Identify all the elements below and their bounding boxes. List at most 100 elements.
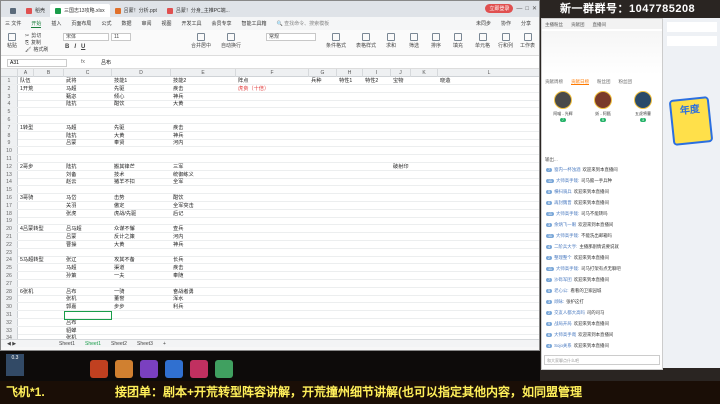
cell-c[interactable]: 技能1 <box>113 77 127 85</box>
chat-username[interactable]: 大师高手哉: <box>556 211 579 217</box>
cell-b[interactable]: 陆抗 <box>65 163 76 171</box>
cell-c[interactable]: 技术 <box>113 171 124 179</box>
chat-input[interactable]: 和大家聊点什么吧 <box>544 355 660 365</box>
cell-c[interactable]: 一夫 <box>113 272 124 280</box>
cell-c[interactable]: 傲定 <box>113 202 124 210</box>
row-number[interactable]: 26 <box>1 272 18 280</box>
cut-button[interactable]: ✂ 剪切 <box>25 32 41 40</box>
cell-g[interactable]: 特性1 <box>338 77 352 85</box>
format-painter-button[interactable]: 🖌 格式刷 <box>25 46 48 54</box>
cell-d[interactable]: 神兵 <box>172 132 183 140</box>
row-number[interactable]: 11 <box>1 155 18 163</box>
gift-icon[interactable] <box>190 360 208 378</box>
tab-fans[interactable]: 主播粉丝 <box>545 22 563 29</box>
cell-b[interactable]: 吕布 <box>65 288 76 296</box>
table-style-button[interactable]: 表格样式 <box>356 33 376 49</box>
chat-message[interactable]: 2 整理整个 欢迎来到本直播间 <box>546 255 609 261</box>
menu-item-review[interactable]: 审阅 <box>141 20 151 27</box>
rank-tab-fan2[interactable]: 粉丝团 <box>619 79 633 85</box>
cell-k[interactable]: 晓造 <box>439 77 450 85</box>
column-header-cell[interactable]: I <box>363 69 391 77</box>
column-header-cell[interactable]: K <box>411 69 438 77</box>
column-header-cell[interactable]: A <box>18 69 34 77</box>
fan-card[interactable]: 五虎将曹 3 <box>628 91 658 122</box>
sheet-button[interactable]: 工作表 <box>520 33 535 49</box>
gift-icon[interactable] <box>115 360 133 378</box>
fill-button[interactable]: 填充 <box>453 33 463 49</box>
cell-d[interactable]: 统御练义 <box>172 171 194 179</box>
cell-c[interactable]: 大黄 <box>113 241 124 249</box>
chat-message[interactable]: 7 沙砾军团 欢迎来到本直播间 <box>546 277 609 283</box>
row-number[interactable]: 16 <box>1 194 18 202</box>
cell-c[interactable]: 反计之策 <box>113 233 135 241</box>
share-button[interactable]: 分享 <box>521 20 531 27</box>
column-header-cell[interactable]: C <box>64 69 112 77</box>
cell-b[interactable]: 陆抗 <box>65 132 76 140</box>
row-number[interactable]: 7 <box>1 123 18 131</box>
fx-icon[interactable]: fx <box>81 59 85 65</box>
cell-d[interactable]: 三军 <box>172 163 183 171</box>
sum-button[interactable]: 求和 <box>386 33 396 49</box>
cell-b[interactable]: 曹操 <box>65 241 76 249</box>
wrap-button[interactable]: 自动换行 <box>221 33 241 49</box>
cell-d[interactable]: 浑水 <box>172 295 183 303</box>
formula-input[interactable]: 吕布 <box>101 59 111 66</box>
sheet-grid[interactable]: ABCDEFGHIJKL 1 队伍 武将 技能1 技能2 兵种 特性1 特性2 宝物 晓造 阵点 2 1… <box>1 69 539 339</box>
rank-tab-week[interactable]: 贡献周榜 <box>545 79 563 85</box>
chat-message[interactable]: 7 窗内一杯浊酒 欢迎来到本直播间 <box>546 167 618 173</box>
cell-note-red[interactable]: 虎贲（十倍） <box>237 85 269 93</box>
file-menu[interactable]: 三 文件 <box>5 20 21 27</box>
chat-username[interactable]: 交友人都大高吗 <box>554 310 585 316</box>
cell-c[interactable]: 虎战/先驱 <box>113 210 136 218</box>
chat-username[interactable]: 顽咏: <box>554 299 564 305</box>
cell-c[interactable]: 攻其不备 <box>113 256 135 264</box>
italic-button[interactable]: I <box>74 44 76 50</box>
gift-icon[interactable] <box>165 360 183 378</box>
chat-username[interactable]: Sojo关系 <box>554 343 572 349</box>
cell-b[interactable]: 孙策 <box>65 272 76 280</box>
row-number[interactable]: 15 <box>1 186 18 194</box>
cell-d[interactable]: 疾击 <box>172 124 183 132</box>
row-number[interactable]: 32 <box>1 318 18 326</box>
row-number[interactable]: 10 <box>1 147 18 155</box>
chat-message[interactable]: 9 战局开局 欢迎来到本直播间 <box>546 321 609 327</box>
merge-button[interactable]: 合并居中 <box>191 33 211 49</box>
cell-d[interactable]: 奉随 <box>172 272 183 280</box>
row-number[interactable]: 1 <box>1 77 18 85</box>
chat-message[interactable]: 11 大师高手哉: 司马不能转吗 <box>546 211 608 217</box>
cell-b[interactable]: 武将 <box>65 77 76 85</box>
cell-b[interactable]: 貂蝉 <box>65 327 76 335</box>
select-all-corner[interactable] <box>1 69 18 77</box>
gift-icon[interactable] <box>140 360 158 378</box>
row-number[interactable]: 27 <box>1 279 18 287</box>
cell-a[interactable]: 6张机 <box>19 288 33 296</box>
chat-username[interactable]: 大师高手哉: <box>556 266 579 272</box>
row-number[interactable]: 22 <box>1 240 18 248</box>
chat-message[interactable]: 6 再封魏晋 欢迎来到本直播间 <box>546 200 609 206</box>
collab-button[interactable]: 协作 <box>501 20 511 27</box>
column-header-cell[interactable]: G <box>309 69 337 77</box>
cell-a[interactable]: 队伍 <box>19 77 30 85</box>
menu-item-member[interactable]: 会员专享 <box>212 20 232 27</box>
row-number[interactable]: 13 <box>1 170 18 178</box>
tab-room[interactable]: 直播间 <box>593 22 607 29</box>
row-number[interactable]: 18 <box>1 209 18 217</box>
cell-c[interactable]: 一骑 <box>113 288 124 296</box>
rank-tab-fan[interactable]: 粉丝团 <box>597 79 611 85</box>
chat-username[interactable]: 再封魏晋 <box>554 200 572 206</box>
chat-message[interactable]: 4 Sojo关系 欢迎来到本直播间 <box>546 343 609 349</box>
cell-c[interactable]: 众谋不懈 <box>113 225 135 233</box>
cell-d[interactable]: 疾击 <box>172 264 183 272</box>
minimize-icon[interactable]: — <box>516 6 522 12</box>
cell-c[interactable]: 步步 <box>113 303 124 311</box>
chat-message[interactable]: 4 二阶兵大亨: 主播那剧情说要说就 <box>546 244 619 250</box>
cell-c[interactable]: 搬其锋芒 <box>113 163 135 171</box>
menu-item-data[interactable]: 数据 <box>121 20 131 27</box>
tab-doc[interactable]: 吕蒙！分身_主推PC端... <box>162 4 235 17</box>
row-number[interactable]: 20 <box>1 225 18 233</box>
cell-c[interactable]: 击势 <box>113 194 124 202</box>
cell-d[interactable]: 奋战者勇 <box>172 288 194 296</box>
chat-username[interactable]: 窗内一杯浊酒 <box>554 167 580 173</box>
cell-i[interactable]: 宝物 <box>392 77 403 85</box>
active-cell-cursor[interactable] <box>64 310 112 320</box>
